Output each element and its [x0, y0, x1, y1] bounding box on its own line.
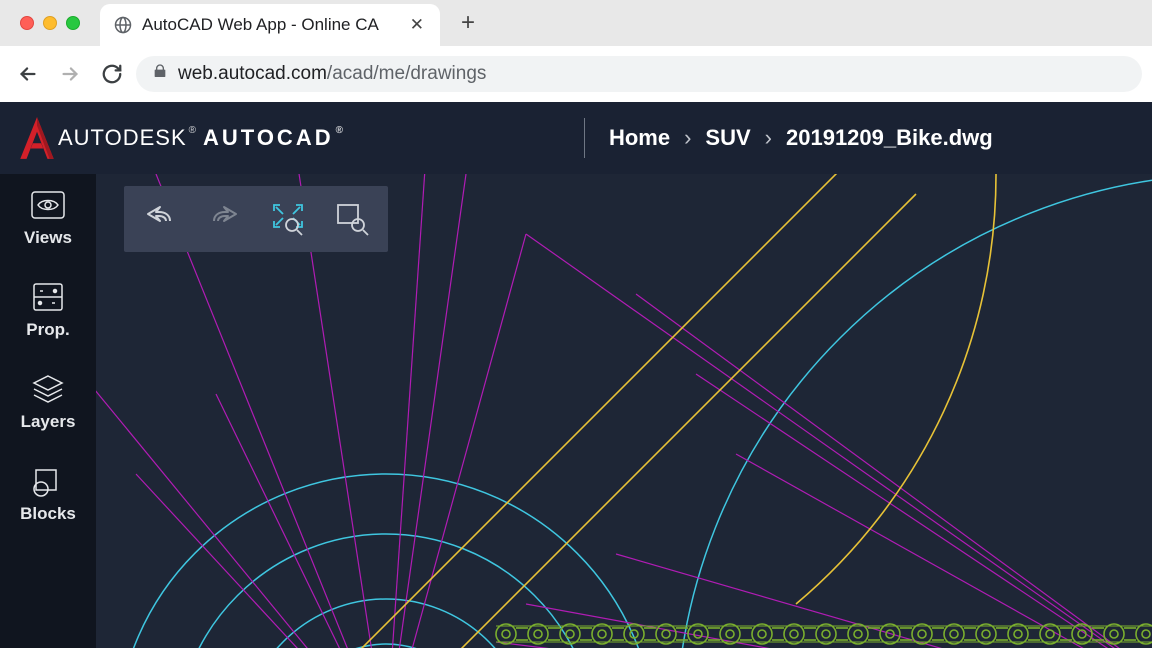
close-tab-icon[interactable]: ✕: [410, 15, 424, 35]
breadcrumb: Home › SUV › 20191209_Bike.dwg: [584, 118, 993, 158]
zoom-window-icon: [334, 201, 370, 237]
close-window-button[interactable]: [20, 16, 34, 30]
sidebar-item-properties[interactable]: Prop.: [0, 280, 96, 340]
canvas-toolbar: [124, 186, 388, 252]
url-text: web.autocad.com/acad/me/drawings: [178, 63, 486, 85]
undo-button[interactable]: [138, 197, 182, 241]
chevron-right-icon: ›: [765, 125, 772, 151]
brand-product: AUTOCAD®: [203, 125, 346, 151]
address-input[interactable]: web.autocad.com/acad/me/drawings: [136, 56, 1142, 92]
layers-icon: [28, 372, 68, 406]
reload-button[interactable]: [94, 56, 130, 92]
sidebar: Views Prop. Layers: [0, 174, 96, 648]
new-tab-button[interactable]: +: [454, 9, 482, 37]
minimize-window-button[interactable]: [43, 16, 57, 30]
browser-tab-title: AutoCAD Web App - Online CA: [142, 15, 400, 35]
brand-company: AUTODESK®: [58, 125, 197, 151]
window-traffic-lights: [20, 16, 80, 30]
sidebar-item-blocks[interactable]: Blocks: [0, 464, 96, 524]
autocad-app: AUTODESK® AUTOCAD® Home › SUV › 20191209…: [0, 102, 1152, 648]
autodesk-logo-icon: [16, 115, 58, 161]
redo-button[interactable]: [202, 197, 246, 241]
maximize-window-button[interactable]: [66, 16, 80, 30]
back-button[interactable]: [10, 56, 46, 92]
brand-logo[interactable]: AUTODESK® AUTOCAD®: [16, 115, 346, 161]
globe-icon: [114, 16, 132, 34]
app-header: AUTODESK® AUTOCAD® Home › SUV › 20191209…: [0, 102, 1152, 174]
blocks-icon: [28, 464, 68, 498]
undo-icon: [142, 201, 178, 237]
lock-icon: [152, 63, 168, 85]
zoom-extents-icon: [270, 201, 306, 237]
eye-icon: [28, 188, 68, 222]
sidebar-label: Views: [24, 228, 72, 248]
drawing-canvas[interactable]: [96, 174, 1152, 648]
zoom-extents-button[interactable]: [266, 197, 310, 241]
sidebar-label: Prop.: [26, 320, 69, 340]
breadcrumb-folder[interactable]: SUV: [705, 125, 750, 151]
redo-icon: [206, 201, 242, 237]
forward-button[interactable]: [52, 56, 88, 92]
sidebar-label: Blocks: [20, 504, 76, 524]
browser-tab[interactable]: AutoCAD Web App - Online CA ✕: [100, 4, 440, 46]
properties-icon: [28, 280, 68, 314]
browser-address-bar: web.autocad.com/acad/me/drawings: [0, 46, 1152, 102]
sidebar-item-layers[interactable]: Layers: [0, 372, 96, 432]
breadcrumb-home[interactable]: Home: [609, 125, 670, 151]
browser-tab-bar: AutoCAD Web App - Online CA ✕ +: [0, 0, 1152, 46]
sidebar-item-views[interactable]: Views: [0, 188, 96, 248]
chevron-right-icon: ›: [684, 125, 691, 151]
zoom-window-button[interactable]: [330, 197, 374, 241]
breadcrumb-file[interactable]: 20191209_Bike.dwg: [786, 125, 993, 151]
sidebar-label: Layers: [21, 412, 76, 432]
